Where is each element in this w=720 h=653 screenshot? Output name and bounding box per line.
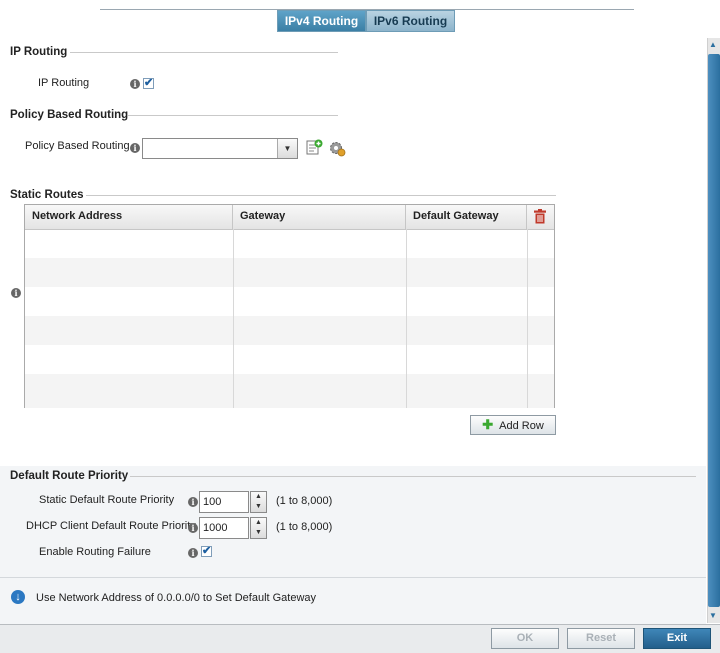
policy-based-routing-label: Policy Based Routing <box>25 140 130 152</box>
spin-up-icon[interactable]: ▲ <box>251 492 266 502</box>
reset-button[interactable]: Reset <box>567 628 635 649</box>
spin-down-icon[interactable]: ▼ <box>251 502 266 512</box>
table-row[interactable] <box>25 374 554 408</box>
default-gateway-note: Use Network Address of 0.0.0.0/0 to Set … <box>36 592 317 604</box>
spin-down-icon[interactable]: ▼ <box>251 528 266 538</box>
section-divider <box>128 115 338 116</box>
add-row-label: Add Row <box>499 420 544 432</box>
info-icon[interactable]: i <box>11 288 21 298</box>
info-icon[interactable]: i <box>188 548 198 558</box>
table-row[interactable] <box>25 258 554 287</box>
table-row[interactable] <box>25 345 554 374</box>
info-icon[interactable]: i <box>188 497 198 507</box>
policy-based-routing-select[interactable]: ▼ <box>142 138 298 159</box>
section-divider <box>130 476 696 477</box>
add-row-button[interactable]: ✚ Add Row <box>470 415 556 435</box>
chevron-down-icon[interactable]: ▼ <box>277 139 297 158</box>
table-row[interactable] <box>25 316 554 345</box>
column-header-network-address[interactable]: Network Address <box>25 205 233 229</box>
table-row[interactable] <box>25 229 554 258</box>
tab-ipv6-routing[interactable]: IPv6 Routing <box>366 10 455 32</box>
section-title-default-route-priority: Default Route Priority <box>10 470 129 482</box>
dhcp-priority-stepper[interactable]: ▲ ▼ <box>250 517 267 539</box>
column-divider <box>527 229 528 408</box>
static-routes-table: Network Address Gateway Default Gateway <box>24 204 555 408</box>
section-title-ip-routing: IP Routing <box>10 46 68 58</box>
tab-ipv4-routing[interactable]: IPv4 Routing <box>277 10 366 32</box>
create-new-icon[interactable] <box>306 139 323 156</box>
info-icon[interactable]: i <box>130 79 140 89</box>
static-default-route-priority-label: Static Default Route Priority <box>39 494 175 506</box>
ok-button[interactable]: OK <box>491 628 559 649</box>
scroll-down-icon[interactable]: ▼ <box>709 611 717 620</box>
add-icon: ✚ <box>482 417 494 432</box>
static-priority-stepper[interactable]: ▲ ▼ <box>250 491 267 513</box>
ip-routing-checkbox[interactable]: ✔ <box>143 78 154 89</box>
scrollbar-thumb[interactable] <box>708 54 720 607</box>
info-icon[interactable]: i <box>188 523 198 533</box>
exit-button[interactable]: Exit <box>643 628 711 649</box>
column-header-gateway[interactable]: Gateway <box>233 205 406 229</box>
info-icon[interactable]: i <box>130 143 140 153</box>
section-divider <box>86 195 556 196</box>
dhcp-client-default-route-priority-input[interactable]: 1000 <box>199 517 249 539</box>
spin-up-icon[interactable]: ▲ <box>251 518 266 528</box>
dhcp-client-default-route-priority-label: DHCP Client Default Route Priority <box>26 520 196 532</box>
section-title-policy-based-routing: Policy Based Routing <box>10 109 129 121</box>
static-priority-range: (1 to 8,000) <box>276 495 333 507</box>
column-header-default-gateway[interactable]: Default Gateway <box>406 205 527 229</box>
section-divider <box>70 52 338 53</box>
static-default-route-priority-input[interactable]: 100 <box>199 491 249 513</box>
table-row[interactable] <box>25 287 554 316</box>
ip-routing-label: IP Routing <box>38 77 90 89</box>
scroll-up-icon[interactable]: ▲ <box>709 40 717 49</box>
enable-routing-failure-checkbox[interactable]: ✔ <box>201 546 212 557</box>
section-title-static-routes: Static Routes <box>10 189 84 201</box>
enable-routing-failure-label: Enable Routing Failure <box>39 546 151 558</box>
note-divider <box>0 577 706 578</box>
table-header: Network Address Gateway Default Gateway <box>25 205 554 230</box>
dhcp-priority-range: (1 to 8,000) <box>276 521 333 533</box>
gear-icon[interactable] <box>328 139 346 157</box>
column-divider <box>406 229 407 408</box>
delete-icon[interactable] <box>533 209 547 224</box>
column-divider <box>233 229 234 408</box>
arrow-down-icon: ↓ <box>11 590 25 604</box>
